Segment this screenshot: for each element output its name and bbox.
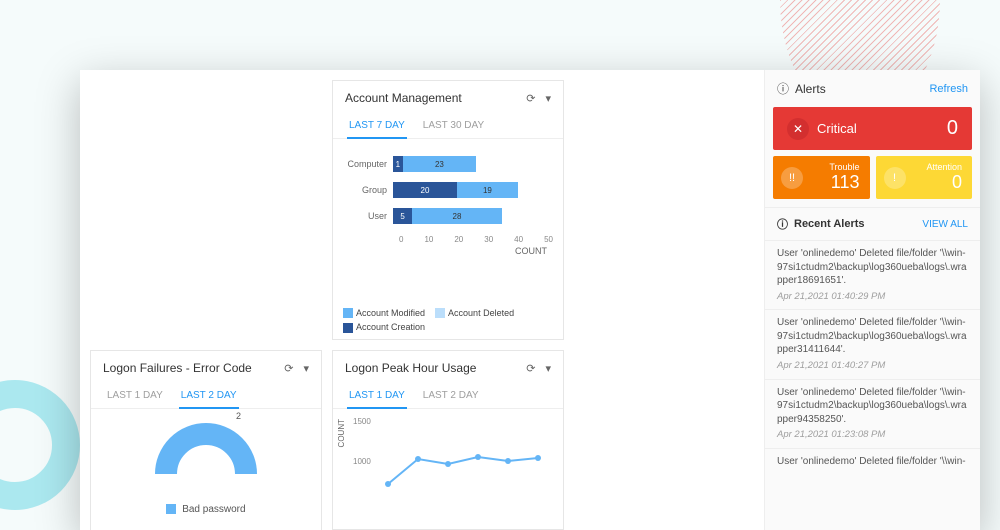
donut-legend: Bad password [166,504,245,515]
tab-last-30-day[interactable]: LAST 30 DAY [421,115,486,138]
card-logon-peak-hour: Logon Peak Hour Usage ⟳ ▾ LAST 1 DAY LAS… [332,350,564,530]
refresh-link[interactable]: Refresh [929,83,968,95]
blank-card [90,80,322,340]
card-account-management: Account Management ⟳ ▾ LAST 7 DAY LAST 3… [332,80,564,340]
alert-timestamp: Apr 21,2021 01:40:29 PM [777,291,968,304]
alert-item[interactable]: User 'onlinedemo' Deleted file/folder '\… [765,379,980,448]
legend-item: Account Creation [343,322,425,333]
menu-icon[interactable]: ▾ [545,92,551,105]
category-label: Computer [343,159,393,169]
alert-item[interactable]: User 'onlinedemo' Deleted file/folder '\… [765,240,980,309]
bar-segment: 5 [393,208,412,224]
category-label: User [343,211,393,221]
account-mgmt-legend: Account Modified Account Deleted Account… [333,302,563,339]
bar-segment: 20 [393,182,457,198]
decorative-teal-ring [0,380,80,510]
alert-icon: ! [884,167,906,189]
recent-alerts-list: User 'onlinedemo' Deleted file/folder '\… [765,240,980,530]
tick: 30 [484,235,493,244]
alert-timestamp: Apr 21,2021 01:23:08 PM [777,429,968,442]
alerts-title: Alerts [795,82,826,96]
tick: 1500 [353,417,371,426]
x-axis-ticks: 0 10 20 30 40 50 [343,231,553,244]
tick: 50 [544,235,553,244]
card-title: Logon Peak Hour Usage [345,361,476,375]
account-mgmt-chart: Computer 123 Group 2019 User 528 0 10 20… [333,139,563,302]
legend-item: Account Modified [343,308,425,319]
info-icon: ⓘ [777,216,788,232]
alert-text: User 'onlinedemo' Deleted file/folder '\… [777,247,968,288]
menu-icon[interactable]: ▾ [303,362,309,375]
bar-segment: 23 [403,156,477,172]
alerts-sidebar: ⓘ Alerts Refresh ✕ Critical 0 !! Trouble … [764,70,980,530]
alert-text: User 'onlinedemo' Deleted file/folder '\… [777,386,968,427]
tab-last-2-day[interactable]: LAST 2 DAY [179,385,239,409]
x-axis-label: COUNT [343,244,553,256]
alert-timestamp: Apr 21,2021 01:40:27 PM [777,360,968,373]
logon-failures-chart: 2 Bad password [91,409,321,530]
recent-alerts-title: Recent Alerts [794,218,865,230]
bar-segment: 1 [393,156,403,172]
attention-count: 0 [952,172,962,192]
refresh-icon[interactable]: ⟳ [526,362,535,375]
dashboard-viewport: Account Management ⟳ ▾ LAST 7 DAY LAST 3… [80,70,980,530]
tab-last-1-day[interactable]: LAST 1 DAY [105,385,165,408]
category-label: Group [343,185,393,195]
card-title: Logon Failures - Error Code [103,361,252,375]
alert-text: User 'onlinedemo' Deleted file/folder '\… [777,455,968,469]
peak-hour-chart: COUNT 1500 1000 [333,409,563,529]
refresh-icon[interactable]: ⟳ [526,92,535,105]
dashboard-grid: Account Management ⟳ ▾ LAST 7 DAY LAST 3… [80,70,764,530]
close-icon: ✕ [787,118,809,140]
card-logon-failures: Logon Failures - Error Code ⟳ ▾ LAST 1 D… [90,350,322,530]
trouble-count: 113 [831,172,860,192]
critical-count: 0 [947,117,958,140]
refresh-icon[interactable]: ⟳ [284,362,293,375]
alert-text: User 'onlinedemo' Deleted file/folder '\… [777,316,968,357]
tick: 1000 [353,457,371,466]
tab-last-1-day[interactable]: LAST 1 DAY [347,385,407,409]
bar-segment: 19 [457,182,518,198]
attention-tile[interactable]: ! Attention 0 [876,156,973,199]
critical-label: Critical [817,121,857,136]
alert-item[interactable]: User 'onlinedemo' Deleted file/folder '\… [765,448,980,475]
bar-segment: 28 [412,208,502,224]
tick: 40 [514,235,523,244]
tick: 0 [399,235,403,244]
trouble-tile[interactable]: !! Trouble 113 [773,156,870,199]
menu-icon[interactable]: ▾ [545,362,551,375]
tab-last-2-day[interactable]: LAST 2 DAY [421,385,481,408]
tick: 20 [454,235,463,244]
tab-last-7-day[interactable]: LAST 7 DAY [347,115,407,139]
critical-tile[interactable]: ✕ Critical 0 [773,107,972,150]
warning-icon: !! [781,167,803,189]
legend-item: Account Deleted [435,308,514,319]
card-title: Account Management [345,91,462,105]
tick: 10 [424,235,433,244]
y-axis-label: COUNT [337,419,346,447]
view-all-link[interactable]: VIEW ALL [922,219,968,230]
info-icon: ⓘ [777,80,789,97]
alert-item[interactable]: User 'onlinedemo' Deleted file/folder '\… [765,309,980,378]
